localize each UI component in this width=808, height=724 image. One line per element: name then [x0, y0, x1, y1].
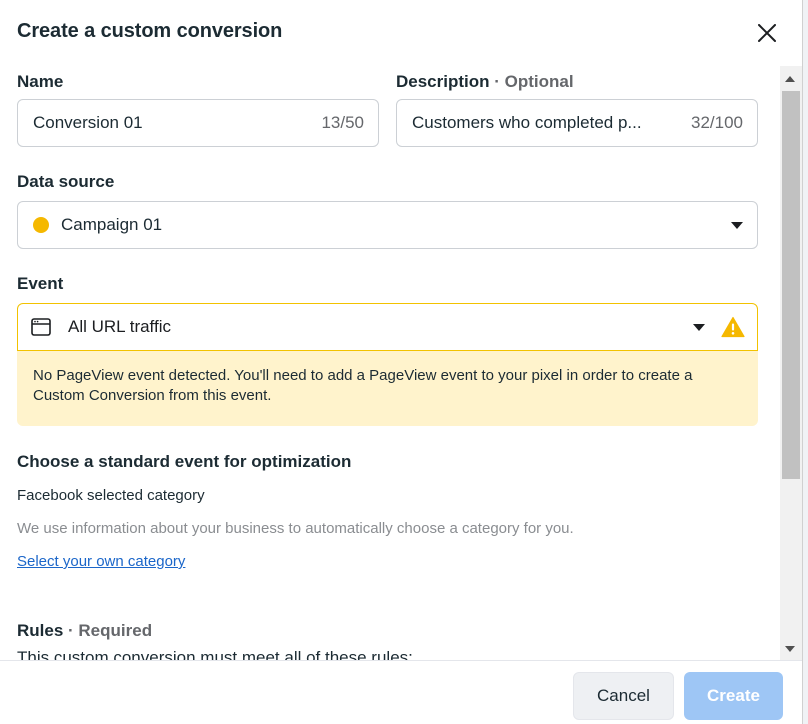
optimization-title: Choose a standard event for optimization	[17, 452, 352, 471]
description-label: Description · Optional	[396, 72, 574, 91]
cancel-button[interactable]: Cancel	[573, 672, 674, 720]
data-source-value: Campaign 01	[61, 215, 163, 234]
scrollbar[interactable]	[780, 66, 802, 660]
background-page-edge	[802, 0, 808, 724]
data-source-label: Data source	[17, 172, 115, 191]
rules-label: Rules · Required	[17, 621, 153, 640]
required-tag: · Required	[63, 621, 153, 640]
create-button[interactable]: Create	[684, 672, 783, 720]
close-button[interactable]	[752, 18, 782, 48]
dialog-body: Name Conversion 01 13/50 Description · O…	[0, 66, 780, 660]
scroll-up-arrow-icon[interactable]	[785, 76, 795, 82]
scrollbar-thumb[interactable]	[782, 91, 800, 479]
source-status-dot	[33, 217, 49, 233]
data-source-select[interactable]: Campaign 01	[17, 201, 758, 249]
close-icon	[758, 24, 776, 42]
name-input[interactable]: Conversion 01 13/50	[17, 99, 379, 147]
warning-icon	[721, 316, 745, 338]
event-label: Event	[17, 274, 64, 293]
dialog-header: Create a custom conversion	[0, 0, 808, 66]
rules-description: This custom conversion must meet all of …	[17, 648, 413, 660]
description-value: Customers who completed p...	[412, 113, 642, 132]
name-char-count: 13/50	[321, 113, 364, 132]
select-own-category-link[interactable]: Select your own category	[17, 553, 185, 570]
name-label: Name	[17, 72, 64, 91]
event-warning-message: No PageView event detected. You'll need …	[17, 351, 758, 426]
selected-category-text: Facebook selected category	[17, 487, 205, 504]
chevron-down-icon	[693, 323, 705, 331]
optional-tag: · Optional	[489, 72, 574, 91]
description-input[interactable]: Customers who completed p... 32/100	[396, 99, 758, 147]
event-select[interactable]: All URL traffic	[17, 303, 758, 351]
description-char-count: 32/100	[691, 113, 743, 132]
custom-conversion-dialog: Create a custom conversion Name Conversi…	[0, 0, 808, 724]
event-value: All URL traffic	[68, 317, 171, 336]
chevron-down-icon	[731, 221, 743, 229]
optimization-description: We use information about your business t…	[17, 520, 574, 537]
dialog-footer: Cancel Create	[0, 660, 802, 724]
name-value: Conversion 01	[33, 113, 143, 132]
browser-window-icon	[31, 318, 51, 336]
dialog-title: Create a custom conversion	[17, 20, 283, 42]
scroll-down-arrow-icon[interactable]	[785, 646, 795, 652]
